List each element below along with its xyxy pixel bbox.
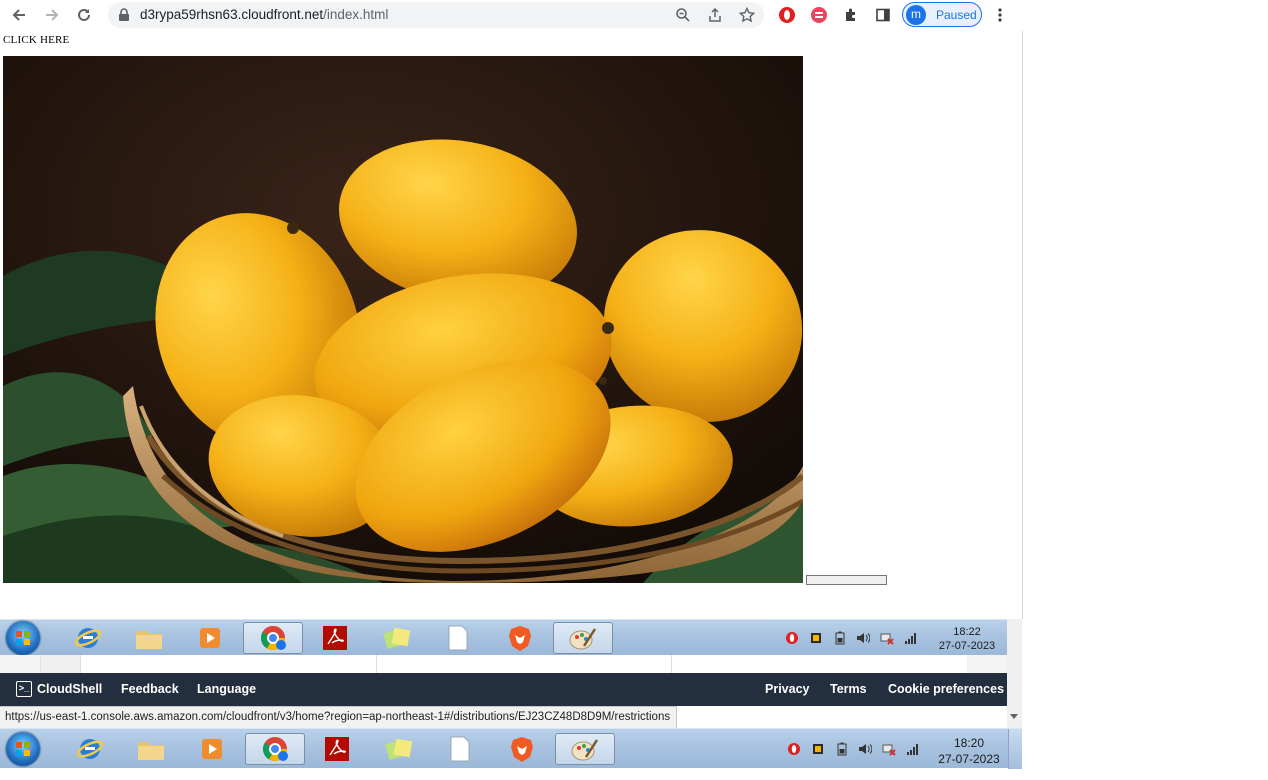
clock-time: 18:20 [953, 736, 985, 750]
tray-app-icon[interactable] [809, 631, 823, 645]
chrome-menu-icon[interactable] [990, 5, 1010, 25]
opera-tray-icon[interactable] [787, 742, 801, 756]
clock[interactable]: 18:22 27-07-2023 [927, 625, 1007, 653]
tiny-page-button[interactable] [806, 575, 887, 585]
reload-icon[interactable] [74, 5, 94, 25]
link-hover-status: https://us-east-1.console.aws.amazon.com… [0, 706, 678, 728]
share-icon[interactable] [705, 5, 725, 25]
console-tab-strip [0, 655, 1007, 673]
cloudshell-link[interactable]: CloudShell [37, 682, 102, 696]
opera-extension-icon[interactable] [777, 5, 797, 25]
scroll-down-arrow-icon[interactable] [1010, 714, 1018, 719]
volume-icon[interactable] [856, 631, 870, 645]
extensions-puzzle-icon[interactable] [841, 5, 861, 25]
language-link[interactable]: Language [197, 682, 256, 696]
brave-browser-icon[interactable] [490, 622, 550, 654]
privacy-link[interactable]: Privacy [765, 682, 809, 696]
acrobat-reader-icon[interactable] [307, 733, 367, 765]
clock-date: 27-07-2023 [938, 752, 1000, 766]
aws-console-footer: >_ CloudShell Feedback Language Privacy … [0, 673, 1007, 706]
show-desktop-button[interactable] [1008, 729, 1022, 769]
opera-tray-icon[interactable] [785, 631, 799, 645]
chrome-taskbar-icon[interactable] [243, 622, 303, 654]
forward-arrow-icon[interactable] [42, 5, 62, 25]
back-arrow-icon[interactable] [9, 5, 29, 25]
battery-icon[interactable] [835, 742, 849, 756]
signal-bars-icon[interactable] [906, 742, 920, 756]
web-page: CLICK HERE [0, 31, 1022, 619]
signal-bars-icon[interactable] [904, 631, 918, 645]
internet-explorer-icon[interactable] [60, 733, 120, 765]
battery-icon[interactable] [833, 631, 847, 645]
screen: d3rypa59rhsn63.cloudfront.net/index.html… [0, 0, 1268, 780]
internet-explorer-icon[interactable] [58, 622, 118, 654]
network-error-icon[interactable] [882, 742, 896, 756]
clock[interactable]: 18:20 27-07-2023 [929, 735, 1009, 767]
windows-start-icon[interactable] [6, 732, 40, 766]
sticky-notes-icon[interactable] [367, 622, 427, 654]
feedback-link[interactable]: Feedback [121, 682, 179, 696]
windows-start-icon[interactable] [6, 621, 40, 655]
paint-icon[interactable] [555, 733, 615, 765]
brave-browser-icon[interactable] [492, 733, 552, 765]
acrobat-reader-icon[interactable] [305, 622, 365, 654]
mango-photo [3, 56, 803, 583]
url-host: d3rypa59rhsn63.cloudfront.net [140, 7, 324, 22]
windows-taskbar-bottom: 18:20 27-07-2023 [0, 728, 1022, 769]
red-extension-icon[interactable] [809, 5, 829, 25]
page-scrollbar-edge [1022, 31, 1023, 619]
tray-app-icon[interactable] [811, 742, 825, 756]
blank-document-icon[interactable] [428, 622, 488, 654]
click-here-link[interactable]: CLICK HERE [3, 34, 69, 46]
address-bar-url[interactable]: d3rypa59rhsn63.cloudfront.net/index.html [140, 7, 388, 22]
media-player-icon[interactable] [180, 622, 240, 654]
sticky-notes-icon[interactable] [369, 733, 429, 765]
paint-icon[interactable] [553, 622, 613, 654]
chrome-taskbar-icon[interactable] [245, 733, 305, 765]
cookie-preferences-link[interactable]: Cookie preferences [888, 682, 1004, 696]
lock-icon[interactable] [114, 5, 134, 25]
file-explorer-icon[interactable] [119, 622, 179, 654]
clock-time: 18:22 [953, 626, 981, 638]
cloudshell-icon[interactable]: >_ [16, 681, 32, 697]
side-panel-icon[interactable] [873, 5, 893, 25]
clock-date: 27-07-2023 [938, 640, 996, 652]
profile-avatar: m [906, 5, 926, 25]
file-explorer-icon[interactable] [121, 733, 181, 765]
url-path: /index.html [323, 7, 389, 22]
bookmark-star-icon[interactable] [737, 5, 757, 25]
windows-taskbar-top: 18:22 27-07-2023 [0, 619, 1022, 656]
network-error-icon[interactable] [880, 631, 894, 645]
terms-link[interactable]: Terms [830, 682, 867, 696]
zoom-icon[interactable] [673, 5, 693, 25]
volume-icon[interactable] [858, 742, 872, 756]
console-scrollbar[interactable] [1007, 619, 1022, 728]
blank-document-icon[interactable] [430, 733, 490, 765]
browser-toolbar: d3rypa59rhsn63.cloudfront.net/index.html… [0, 0, 1024, 30]
media-player-icon[interactable] [182, 733, 242, 765]
profile-status: Paused [936, 8, 977, 22]
profile-button[interactable]: m Paused [902, 2, 982, 27]
